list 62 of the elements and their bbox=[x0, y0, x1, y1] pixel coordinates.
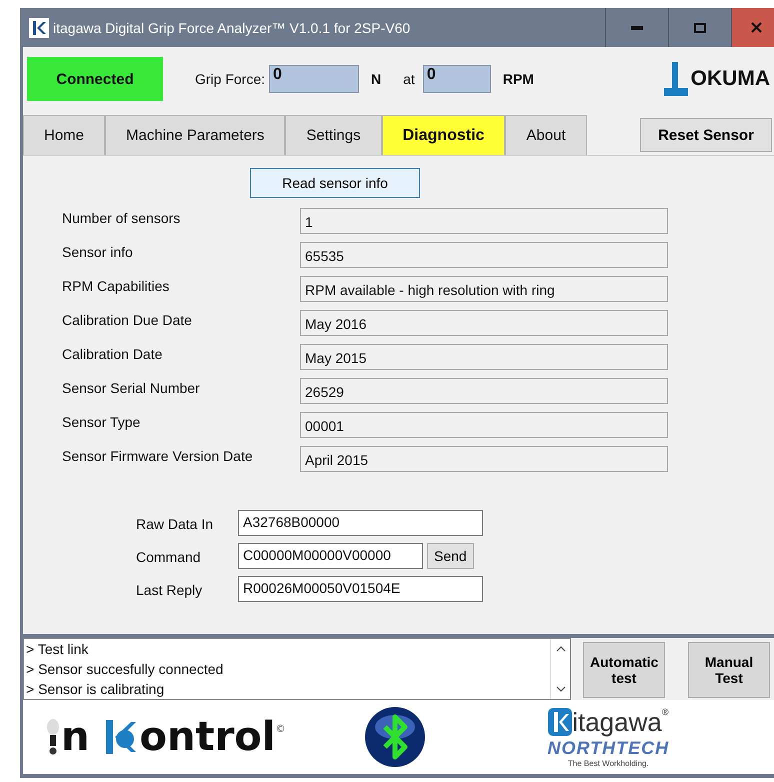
test-button[interactable]: Manual Test bbox=[688, 642, 770, 698]
field-label: Command bbox=[136, 548, 202, 565]
field-label: Sensor Firmware Version Date bbox=[62, 447, 254, 466]
brand-name: NORTHTECH bbox=[547, 738, 670, 758]
field-label: Sensor Type bbox=[62, 413, 142, 432]
tab[interactable]: Machine Parameters bbox=[105, 115, 286, 155]
at-label: at bbox=[403, 71, 415, 87]
grip-force-label: Grip Force: bbox=[195, 71, 266, 87]
field-label: Calibration Due Date bbox=[62, 311, 193, 330]
readonly-field[interactable]: 00001 bbox=[300, 412, 668, 438]
log-line: > Sensor is calibrating bbox=[26, 680, 166, 699]
test-button[interactable]: Automatic test bbox=[583, 642, 665, 698]
log-box[interactable]: > Test link > Sensor succesfully connected > Sensor is calibrating bbox=[23, 638, 571, 700]
readonly-field[interactable]: May 2015 bbox=[300, 344, 668, 370]
log-line: > Sensor succesfully connected bbox=[26, 660, 224, 679]
unit-label: N bbox=[371, 71, 382, 87]
minimize-icon bbox=[631, 26, 643, 30]
brand-name: OKUMA bbox=[690, 67, 770, 91]
input-field[interactable]: R00026M00050V01504E bbox=[238, 576, 483, 602]
send-button[interactable]: Send bbox=[427, 543, 474, 569]
brand-name: itagawa bbox=[572, 706, 662, 738]
log-line: > Test link bbox=[26, 640, 90, 659]
readonly-field[interactable]: 26529 bbox=[300, 378, 668, 404]
readonly-field[interactable]: 65535 bbox=[300, 242, 668, 268]
brand-logo-icon bbox=[662, 60, 690, 98]
input-field[interactable]: A32768B00000 bbox=[238, 510, 483, 536]
tab[interactable]: Home bbox=[23, 115, 106, 155]
bulb-icon bbox=[45, 718, 61, 756]
tab[interactable]: Settings bbox=[285, 115, 382, 155]
field-label: Last Reply bbox=[136, 581, 204, 598]
window-title: itagawa Digital Grip Force Analyzer™ V1.0.1 for 2SP-V60 bbox=[53, 20, 412, 36]
readonly-field[interactable]: May 2016 bbox=[300, 310, 668, 336]
readonly-field[interactable]: 1 bbox=[300, 208, 668, 234]
reset-sensor-button[interactable]: Reset Sensor bbox=[640, 118, 772, 152]
tab[interactable]: Diagnostic bbox=[382, 115, 506, 155]
readonly-field[interactable]: RPM available - high resolution with ring bbox=[300, 276, 668, 302]
copyright-mark: © bbox=[275, 724, 286, 735]
field-label: Sensor Serial Number bbox=[62, 379, 201, 398]
unit-label: RPM bbox=[502, 71, 534, 87]
field-label: Number of sensors bbox=[62, 209, 182, 228]
close-button[interactable] bbox=[731, 8, 774, 47]
read-sensor-button[interactable]: Read sensor info bbox=[250, 168, 420, 198]
k-logo-icon bbox=[103, 718, 138, 756]
readonly-field[interactable]: April 2015 bbox=[300, 446, 668, 472]
logo-text: n bbox=[61, 714, 90, 760]
tab[interactable]: About bbox=[505, 115, 587, 155]
registered-mark: ® bbox=[662, 706, 668, 716]
maximize-icon bbox=[694, 22, 706, 32]
logo-text: ontrol bbox=[139, 714, 276, 760]
field-label: Calibration Date bbox=[62, 345, 164, 364]
k-logo-icon bbox=[548, 708, 572, 736]
field-label: Raw Data In bbox=[136, 515, 214, 532]
field-label: Sensor info bbox=[62, 243, 134, 262]
connection-status: Connected bbox=[27, 57, 163, 101]
grip-force-field[interactable]: 0 bbox=[269, 65, 360, 93]
bluetooth-icon bbox=[363, 705, 428, 769]
slogan: The Best Workholding. bbox=[568, 758, 649, 768]
app-logo-icon bbox=[29, 18, 49, 38]
rpm-field[interactable]: 0 bbox=[422, 65, 491, 93]
field-label: RPM Capabilities bbox=[62, 277, 170, 296]
input-field[interactable]: C00000M00000V00000 bbox=[238, 543, 423, 569]
close-icon bbox=[750, 22, 762, 33]
